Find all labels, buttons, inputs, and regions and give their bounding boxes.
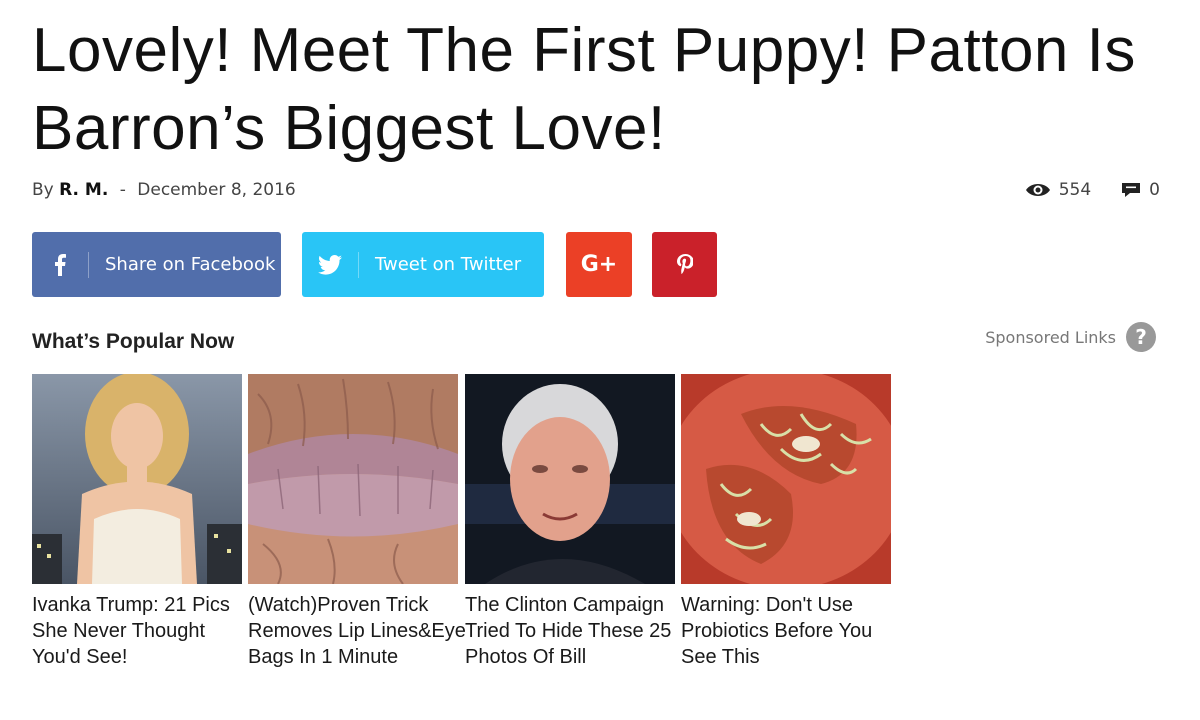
woman-in-corset-photo[interactable] (32, 374, 242, 584)
author-link[interactable]: R. M. (59, 180, 108, 200)
comments-stat[interactable]: 0 (1121, 180, 1160, 200)
eye-icon (1025, 184, 1050, 196)
help-icon[interactable]: ? (1126, 322, 1156, 352)
meta-separator: - (119, 180, 126, 200)
article-title: Lovely! Meet The First Puppy! Patton Is … (32, 16, 1136, 163)
sprouted-tomato-photo[interactable] (681, 374, 891, 584)
publish-date: December 8, 2016 (137, 180, 296, 200)
popular-item[interactable]: Ivanka Trump: 21 Pics She Never Thought … (32, 374, 242, 670)
sponsored-label: Sponsored Links (985, 327, 1116, 347)
pinterest-icon (676, 253, 693, 274)
popular-item-caption[interactable]: The Clinton Campaign Tried To Hide These… (465, 592, 683, 670)
article-stats: 554 0 (1025, 180, 1160, 200)
popular-item[interactable]: The Clinton Campaign Tried To Hide These… (465, 374, 675, 670)
twitter-label: Tweet on Twitter (375, 254, 522, 275)
popular-item-caption[interactable]: Warning: Don't Use Probiotics Before You… (681, 592, 899, 670)
older-man-portrait-photo[interactable] (465, 374, 675, 584)
facebook-label: Share on Facebook (105, 254, 276, 275)
share-pinterest-button[interactable] (652, 232, 717, 297)
wrinkled-lips-photo[interactable] (248, 374, 458, 584)
comments-count: 0 (1149, 180, 1160, 200)
views-count: 554 (1058, 180, 1092, 200)
facebook-icon (32, 253, 88, 276)
popular-item-caption[interactable]: Ivanka Trump: 21 Pics She Never Thought … (32, 592, 250, 670)
article-meta: By R. M. - December 8, 2016 (32, 180, 296, 200)
googleplus-icon: G+ (580, 252, 618, 277)
popular-item[interactable]: Warning: Don't Use Probiotics Before You… (681, 374, 891, 670)
by-label: By (32, 180, 54, 200)
popular-item-caption[interactable]: (Watch)Proven Trick Removes Lip Lines&Ey… (248, 592, 466, 670)
popular-heading: What’s Popular Now (32, 330, 235, 353)
views-stat: 554 (1025, 180, 1091, 200)
share-googleplus-button[interactable]: G+ (566, 232, 632, 297)
facebook-divider (88, 251, 89, 278)
popular-item[interactable]: (Watch)Proven Trick Removes Lip Lines&Ey… (248, 374, 466, 670)
comment-icon (1122, 183, 1141, 197)
twitter-divider (358, 251, 359, 278)
twitter-icon (302, 254, 358, 275)
tweet-twitter-button[interactable]: Tweet on Twitter (302, 232, 544, 297)
sponsored-links[interactable]: Sponsored Links ? (985, 322, 1156, 352)
share-facebook-button[interactable]: Share on Facebook (32, 232, 281, 297)
